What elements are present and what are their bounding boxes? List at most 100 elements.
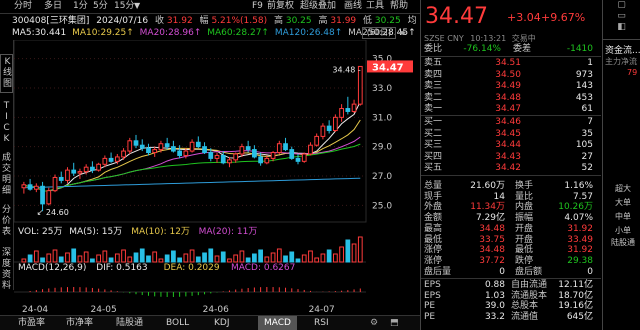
kline-chart[interactable]: 35.033.031.029.027.025.034.48 -↙ 24.6034… xyxy=(14,40,418,316)
y-tick-label: 33.0 xyxy=(372,84,392,94)
volume-bar xyxy=(83,251,89,263)
volume-bar xyxy=(308,250,313,263)
candle-body xyxy=(220,154,226,164)
vol-legend-1: MA(5): 15万 xyxy=(69,227,122,237)
tab-pe[interactable]: 市盈率 xyxy=(18,316,45,330)
tab-adjust[interactable]: 前复权 xyxy=(267,0,294,12)
avg-label: 均 xyxy=(407,16,417,26)
tab-help[interactable]: 帮助 xyxy=(390,0,408,12)
candle-body xyxy=(295,157,301,162)
tab-depth-vertical[interactable]: 深度资料 xyxy=(0,248,13,292)
period-dropdown[interactable]: ▼ xyxy=(134,0,140,12)
volume-bar xyxy=(90,258,95,263)
open-label: 收 xyxy=(155,16,165,26)
candle-body xyxy=(308,144,313,155)
trading-status: 交易中 xyxy=(511,34,536,43)
x-tick-label: 24-06 xyxy=(203,305,229,315)
indicator-tabs: 市盈率 市净率 陆股通 BOLL KDJ MACD RSI ⚙ ⬒ xyxy=(0,315,420,330)
capital-flow-panel: 资金流... 主力净流 79 超大 大单 中单 小单 陆股通 xyxy=(602,40,640,330)
bid-label: 买五 xyxy=(424,163,443,174)
candle-body xyxy=(258,156,263,164)
period-selector[interactable]: (60日) xyxy=(362,27,396,39)
candle-body xyxy=(52,176,58,192)
volume-bar xyxy=(189,249,195,263)
tab-hk-connect[interactable]: 陆股通 xyxy=(116,316,143,330)
diff-value: -1410 xyxy=(566,44,593,54)
tab-boll[interactable]: BOLL xyxy=(166,316,189,330)
volume-bar xyxy=(102,250,108,263)
bid-price: 34.42 xyxy=(495,163,521,174)
y-tick-label: 29.0 xyxy=(372,143,392,153)
volume-bar xyxy=(114,253,120,263)
tab-15min[interactable]: 15分 xyxy=(114,0,134,12)
expand-icon[interactable]: ⬒ xyxy=(390,316,399,330)
flow-item-large: 大单 xyxy=(615,198,631,207)
volume-bar xyxy=(27,254,33,263)
high-value: 30.25 xyxy=(285,16,312,26)
volume-bar xyxy=(96,254,101,263)
candle-body xyxy=(46,190,52,205)
main-net-inflow-label: 主力净流 xyxy=(605,57,637,66)
tab-tick-vertical[interactable]: TICK xyxy=(0,101,13,145)
flow-item-super: 超大 xyxy=(615,184,631,193)
candle-body xyxy=(121,150,126,158)
volume-bar xyxy=(314,257,320,263)
candle-body xyxy=(326,125,332,132)
x-tick-label: 24-04 xyxy=(22,305,48,315)
capital-flow-title[interactable]: 资金流... xyxy=(605,43,640,56)
volume-bar xyxy=(276,248,282,263)
volume-bar xyxy=(171,250,176,263)
volume-bar xyxy=(351,243,357,263)
top-toolbar: 分时 多日 1分 5分 15分 ▼ F9 前复权 超级叠加 画线 工具 帮助 xyxy=(0,0,420,14)
candle-body xyxy=(27,184,33,190)
last-price-tag-text: 34.47 xyxy=(372,62,404,73)
tab-5min[interactable]: 5分 xyxy=(93,0,108,12)
tab-draw[interactable]: 画线 xyxy=(344,0,362,12)
scroll-icons[interactable]: ◂▸ xyxy=(398,27,418,39)
tab-macd[interactable]: MACD xyxy=(258,316,297,330)
book-divider xyxy=(421,175,601,176)
tab-multiday[interactable]: 多日 xyxy=(44,0,62,12)
volume-bar xyxy=(227,258,232,263)
tab-intraday[interactable]: 分时 xyxy=(14,0,32,12)
macd-legend-2: DEA: 0.2029 xyxy=(164,263,220,273)
volume-bar xyxy=(357,236,363,263)
ma120-label: MA120: xyxy=(274,28,309,38)
volume-bar xyxy=(233,254,239,263)
volume-bar xyxy=(52,249,58,263)
currency: CNY xyxy=(447,34,464,43)
volume-bar xyxy=(289,251,295,263)
tab-pb[interactable]: 市净率 xyxy=(66,316,93,330)
fundamentals: EPS 0.88 自由流通 12.11亿 EPS 1.03 流通股本 18.70亿 PE 39.0… xyxy=(421,278,601,330)
candle-body xyxy=(58,176,64,181)
tab-price-vertical[interactable]: 分价表 xyxy=(0,205,13,238)
volume-bar xyxy=(339,246,344,263)
candle-body xyxy=(114,156,120,162)
candle-body xyxy=(239,146,245,155)
candle-body xyxy=(339,108,344,118)
tab-kline-vertical[interactable]: K线图 xyxy=(0,54,13,93)
tab-overlay[interactable]: 超级叠加 xyxy=(300,0,336,12)
window-controls[interactable]: ▢ ▭ ◧ xyxy=(602,0,640,40)
candle-body xyxy=(102,157,108,165)
candle-body xyxy=(351,103,357,112)
tab-detail-vertical[interactable]: 成交明细 xyxy=(0,153,13,197)
tab-tools[interactable]: 工具 xyxy=(366,0,384,12)
candle-body xyxy=(77,171,83,174)
candle-body xyxy=(33,185,39,190)
open-value: 31.92 xyxy=(166,16,193,26)
volume-bar xyxy=(58,256,64,263)
tab-1min[interactable]: 1分 xyxy=(73,0,88,12)
volume-bar xyxy=(208,248,214,263)
volume-bar xyxy=(326,249,332,263)
quote-time: 10:13:21 xyxy=(470,34,507,43)
settings-icon[interactable]: ⚙ xyxy=(370,316,378,330)
candle-body xyxy=(227,159,232,164)
tab-rsi[interactable]: RSI xyxy=(314,316,329,330)
volume-bar xyxy=(21,258,27,263)
tab-kdj[interactable]: KDJ xyxy=(214,316,230,330)
candle-body xyxy=(183,150,189,156)
tab-f9[interactable]: F9 xyxy=(252,0,263,12)
main-net-inflow-value: 79 xyxy=(627,68,638,77)
volume-bar xyxy=(301,254,307,263)
